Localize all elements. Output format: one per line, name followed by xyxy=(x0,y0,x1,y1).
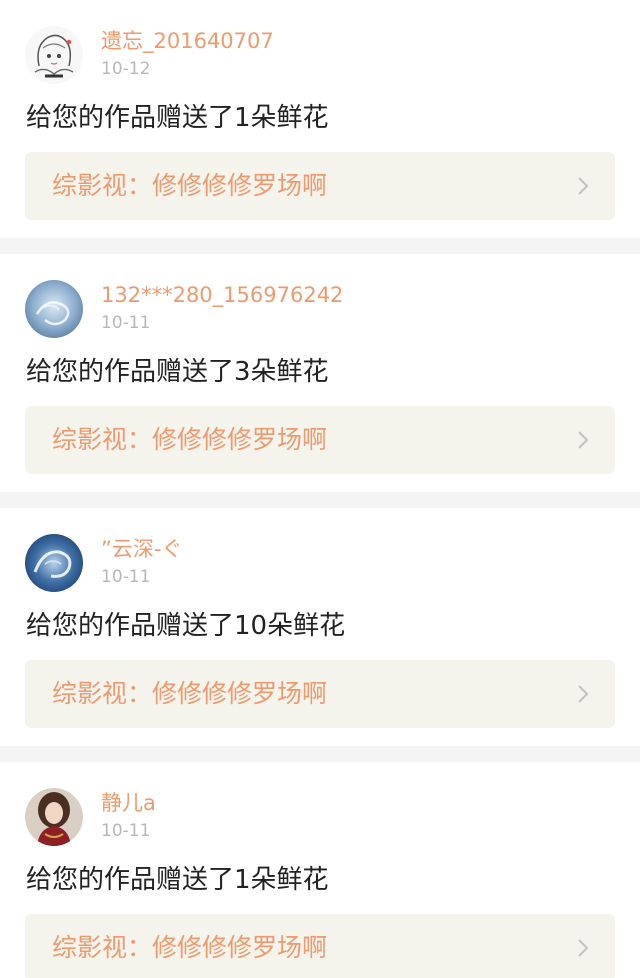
avatar[interactable] xyxy=(25,788,83,846)
timestamp: 10-12 xyxy=(101,59,151,79)
separator xyxy=(0,746,640,762)
gift-message: 给您的作品赠送了1朵鲜花 xyxy=(26,865,329,895)
work-title: 综影视：修修修修罗场啊 xyxy=(52,171,328,200)
work-title: 综影视：修修修修罗场啊 xyxy=(52,933,328,962)
gift-message: 给您的作品赠送了3朵鲜花 xyxy=(26,357,329,387)
chevron-right-icon xyxy=(577,684,589,704)
timestamp: 10-11 xyxy=(101,313,151,333)
woman-portrait-avatar-icon xyxy=(25,788,83,846)
notification-card: 132***280_156976242 10-11 给您的作品赠送了3朵鲜花 综… xyxy=(0,254,640,492)
blue-dragon-avatar-icon xyxy=(25,534,83,592)
work-title: 综影视：修修修修罗场啊 xyxy=(52,679,328,708)
chevron-right-icon xyxy=(577,430,589,450)
username[interactable]: ”云深-ぐ xyxy=(101,536,182,562)
gift-message: 给您的作品赠送了10朵鲜花 xyxy=(26,611,346,641)
notification-card: 遗忘_201640707 10-12 给您的作品赠送了1朵鲜花 综影视：修修修修… xyxy=(0,0,640,238)
notification-feed: 遗忘_201640707 10-12 给您的作品赠送了1朵鲜花 综影视：修修修修… xyxy=(0,0,640,978)
work-link[interactable]: 综影视：修修修修罗场啊 xyxy=(25,914,615,978)
timestamp: 10-11 xyxy=(101,821,151,841)
separator xyxy=(0,492,640,508)
work-title: 综影视：修修修修罗场啊 xyxy=(52,425,328,454)
anime-girl-sketch-avatar-icon xyxy=(25,26,83,84)
chevron-right-icon xyxy=(577,938,589,958)
blue-abstract-avatar-icon xyxy=(25,280,83,338)
separator xyxy=(0,238,640,254)
avatar[interactable] xyxy=(25,26,83,84)
username[interactable]: 遗忘_201640707 xyxy=(101,28,274,54)
chevron-right-icon xyxy=(577,176,589,196)
work-link[interactable]: 综影视：修修修修罗场啊 xyxy=(25,406,615,474)
work-link[interactable]: 综影视：修修修修罗场啊 xyxy=(25,660,615,728)
avatar[interactable] xyxy=(25,280,83,338)
timestamp: 10-11 xyxy=(101,567,151,587)
notification-card: ”云深-ぐ 10-11 给您的作品赠送了10朵鲜花 综影视：修修修修罗场啊 xyxy=(0,508,640,746)
notification-card: 静儿a 10-11 给您的作品赠送了1朵鲜花 综影视：修修修修罗场啊 xyxy=(0,762,640,978)
username[interactable]: 132***280_156976242 xyxy=(101,282,343,308)
work-link[interactable]: 综影视：修修修修罗场啊 xyxy=(25,152,615,220)
avatar[interactable] xyxy=(25,534,83,592)
gift-message: 给您的作品赠送了1朵鲜花 xyxy=(26,103,329,133)
username[interactable]: 静儿a xyxy=(101,790,156,816)
